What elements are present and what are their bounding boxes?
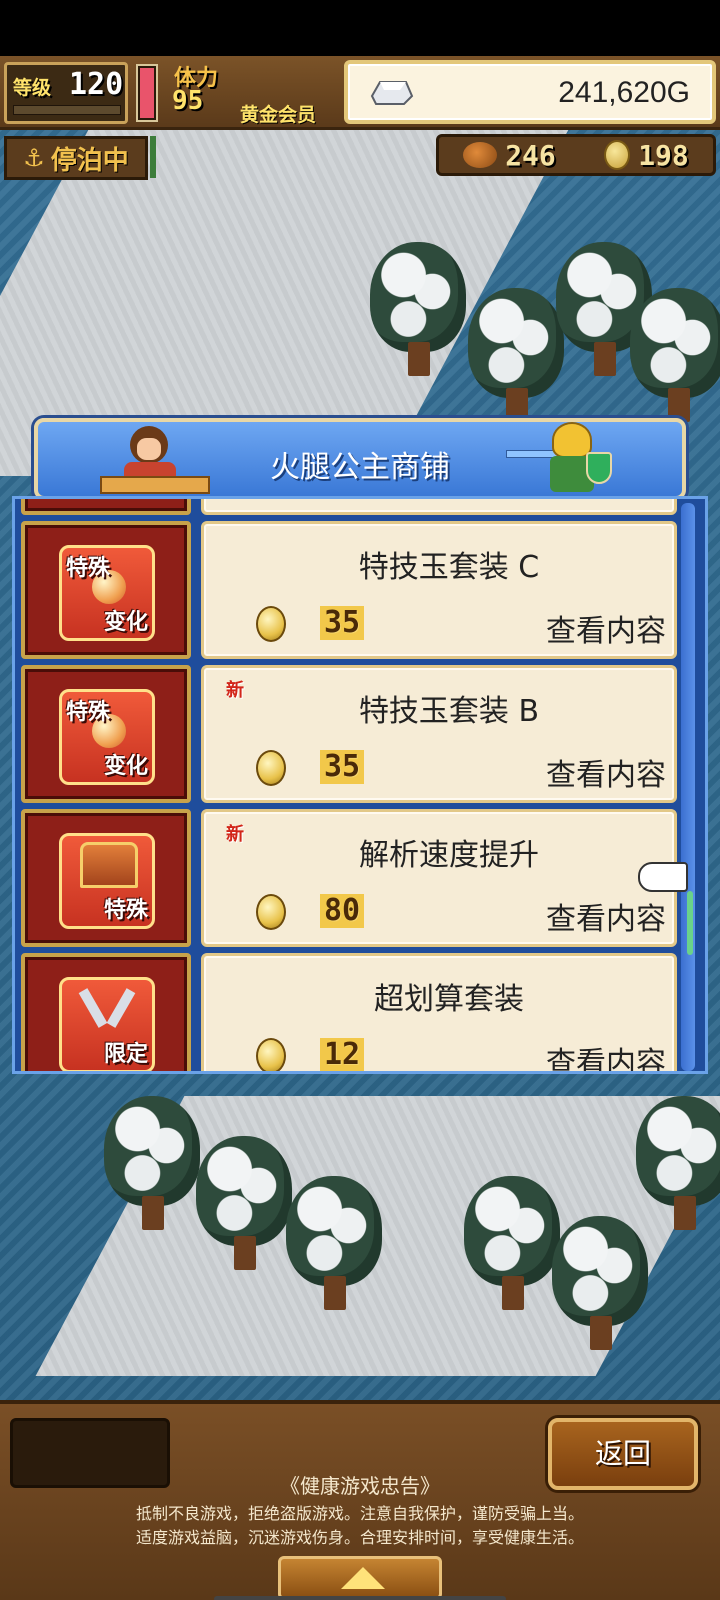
- expand-up-button[interactable]: [278, 1556, 442, 1600]
- snowy-tree: [464, 1176, 560, 1316]
- top-hud: 等级 120 体力 95 黄金会员 241,620G: [0, 56, 720, 130]
- dock-indicator: [150, 136, 156, 178]
- item-icon-frame: 特殊 变化: [21, 665, 191, 803]
- up-arrow-icon: [341, 1567, 385, 1589]
- item-icon-frame: [21, 499, 191, 515]
- item-card: 新 特技玉套装 B 35 查看内容: [201, 665, 677, 803]
- list-item[interactable]: 特殊 新 解析速度提升 80 查看内容: [21, 809, 677, 947]
- stamina-fill: [140, 68, 154, 118]
- view-details-button[interactable]: 查看内容: [546, 606, 666, 650]
- health-advice-line: 抵制不良游戏，拒绝盗版游戏。注意自我保护，谨防受骗上当。: [135, 1504, 584, 1523]
- badge-bottom-text: 限定: [103, 1042, 148, 1067]
- snowy-tree: [636, 1096, 720, 1236]
- stamina-gauge[interactable]: [136, 64, 158, 122]
- shop-header: 火腿公主商铺: [34, 418, 686, 500]
- view-details-button[interactable]: 查看内容: [546, 894, 666, 938]
- item-icon-frame: 限定: [21, 953, 191, 1071]
- health-advice-title: 《健康游戏忠告》: [280, 1474, 440, 1498]
- knight-character-icon: [506, 422, 612, 496]
- treasure-chest-icon: [80, 842, 138, 888]
- snowy-tree: [104, 1096, 200, 1236]
- item-card: 超划算套装 12 查看内容: [201, 953, 677, 1071]
- shop-item-list[interactable]: 特殊 变化 特技玉套装 C 35 查看内容 特殊 变化 新 特技玉套装 B 35…: [12, 496, 708, 1074]
- resource-panel: 246 198: [436, 134, 716, 176]
- dock-status[interactable]: ⚓ 停泊中: [4, 136, 148, 180]
- item-price: 80: [320, 894, 365, 928]
- item-name: 特技玉套装 C: [358, 550, 540, 585]
- badge-bottom-text: 变化: [103, 610, 148, 635]
- food-resource[interactable]: 246: [463, 139, 556, 172]
- badge-top-text: 特殊: [66, 556, 111, 581]
- limited-badge-icon: 限定: [59, 977, 155, 1071]
- meat-icon: [463, 142, 498, 168]
- medal-coin-icon: [256, 1038, 286, 1071]
- tools-icon: [78, 986, 138, 1032]
- medal-coin-icon: [604, 140, 631, 170]
- snowy-tree: [286, 1176, 382, 1316]
- silver-ingot-icon: [370, 81, 414, 105]
- medal-coin-icon: [256, 606, 286, 642]
- item-price: 12: [320, 1038, 365, 1071]
- snowy-tree: [552, 1216, 648, 1356]
- item-icon-frame: 特殊: [21, 809, 191, 947]
- dock-status-text: 停泊中: [50, 145, 129, 176]
- item-name: 特技玉套装 B: [358, 694, 540, 729]
- item-card: [201, 499, 677, 515]
- view-details-button[interactable]: 查看内容: [546, 1038, 666, 1071]
- membership-label: 黄金会员: [240, 104, 317, 126]
- special-change-badge-icon: 特殊 变化: [59, 545, 155, 641]
- snowy-tree: [468, 288, 564, 428]
- view-details-button[interactable]: 查看内容: [546, 750, 666, 794]
- pointer-hand-icon: [638, 862, 688, 892]
- item-name: 超划算套装: [374, 982, 524, 1017]
- medal-count: 198: [638, 138, 689, 172]
- snowy-tree: [630, 288, 720, 428]
- item-icon-frame: 特殊 变化: [21, 521, 191, 659]
- scrollbar-track[interactable]: [681, 503, 695, 1071]
- snowy-tree: [196, 1136, 292, 1276]
- special-change-badge-icon: 特殊 变化: [59, 689, 155, 785]
- list-item[interactable]: 特殊 变化 新 特技玉套装 B 35 查看内容: [21, 665, 677, 803]
- item-price: 35: [320, 750, 365, 784]
- level-label: 等级: [13, 77, 52, 99]
- gold-amount: 241,620G: [558, 76, 690, 109]
- item-price: 35: [320, 606, 365, 640]
- special-chest-badge-icon: 特殊: [59, 833, 155, 929]
- food-count: 246: [505, 138, 556, 172]
- gold-panel[interactable]: 241,620G: [344, 60, 716, 124]
- badge-bottom-text: 变化: [103, 754, 148, 779]
- level-panel[interactable]: 等级 120: [4, 62, 128, 124]
- list-item[interactable]: 限定 超划算套装 12 查看内容: [21, 953, 677, 1071]
- scrollbar-thumb[interactable]: [687, 891, 693, 955]
- medal-resource[interactable]: 198: [604, 139, 689, 172]
- bottom-bar: 返回 《健康游戏忠告》 抵制不良游戏，拒绝盗版游戏。注意自我保护，谨防受骗上当。…: [0, 1400, 720, 1600]
- level-value: 120: [69, 67, 124, 102]
- list-item[interactable]: 特殊 变化 特技玉套装 C 35 查看内容: [21, 521, 677, 659]
- level-progress-bar: [13, 105, 121, 115]
- medal-coin-icon: [256, 894, 286, 930]
- health-advice-line: 适度游戏益脑，沉迷游戏伤身。合理安排时间，享受健康生活。: [135, 1528, 584, 1547]
- list-item[interactable]: [21, 499, 677, 515]
- item-name: 解析速度提升: [359, 838, 539, 873]
- badge-top-text: 特殊: [66, 700, 111, 725]
- anchor-icon: ⚓: [23, 144, 45, 172]
- snowy-tree: [370, 242, 466, 382]
- item-card: 新 解析速度提升 80 查看内容: [201, 809, 677, 947]
- badge-bottom-text: 特殊: [103, 898, 148, 923]
- medal-coin-icon: [256, 750, 286, 786]
- home-indicator: [214, 1596, 506, 1600]
- item-card: 特技玉套装 C 35 查看内容: [201, 521, 677, 659]
- stamina-value: 95: [172, 86, 204, 116]
